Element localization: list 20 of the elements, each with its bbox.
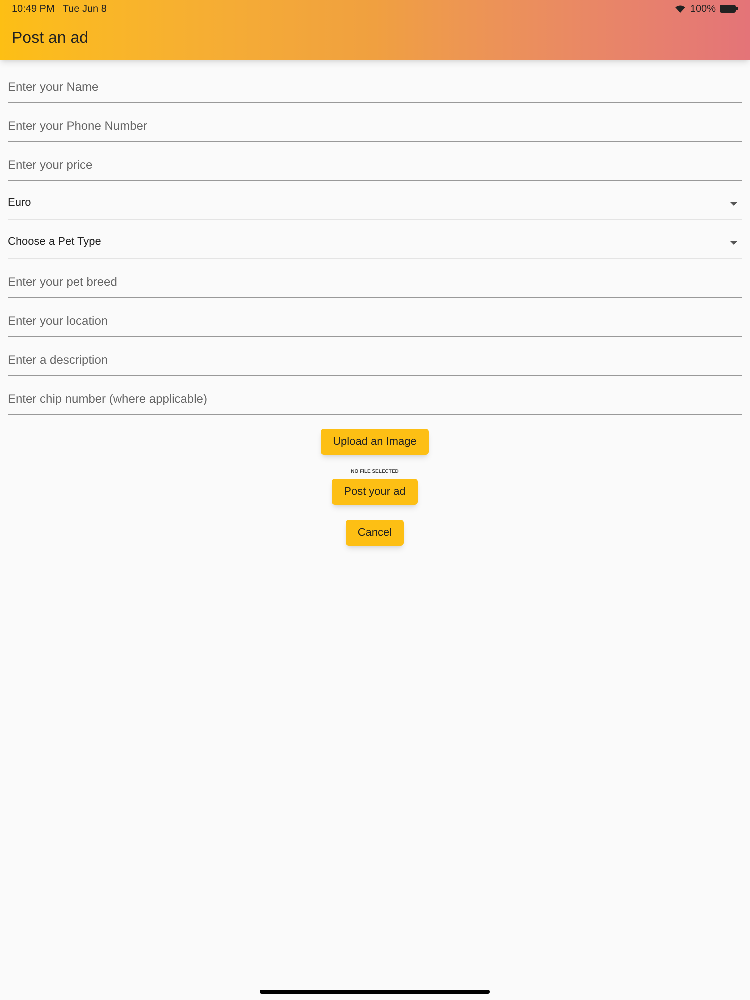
dropdown-field[interactable]: Choose a Pet Type xyxy=(8,221,742,259)
app-bar-title: Post an ad xyxy=(12,29,88,49)
dropdown-caret-icon xyxy=(730,202,738,206)
dropdown-field[interactable]: Euro xyxy=(8,182,742,220)
battery-level: 100% xyxy=(690,2,716,16)
action-button[interactable]: Cancel xyxy=(346,520,404,546)
text-field[interactable]: Enter chip number (where applicable) xyxy=(8,377,742,415)
battery-icon xyxy=(720,5,738,13)
text-field[interactable]: Enter your Phone Number xyxy=(8,104,742,142)
text-field[interactable]: Enter a description xyxy=(8,338,742,376)
text-field[interactable]: Enter your Name xyxy=(8,65,742,103)
status-date: Tue Jun 8 xyxy=(62,2,107,16)
text-field[interactable]: Enter your price xyxy=(8,143,742,181)
status-time: 10:49 PM xyxy=(12,2,55,16)
dropdown-caret-icon xyxy=(730,240,738,244)
wifi-icon xyxy=(675,5,686,13)
text-field[interactable]: Enter your pet breed xyxy=(8,260,742,298)
text-field[interactable]: Enter your location xyxy=(8,299,742,337)
upload-image-button[interactable]: Upload an Image xyxy=(321,429,429,455)
action-button[interactable]: Post your ad xyxy=(332,479,418,505)
